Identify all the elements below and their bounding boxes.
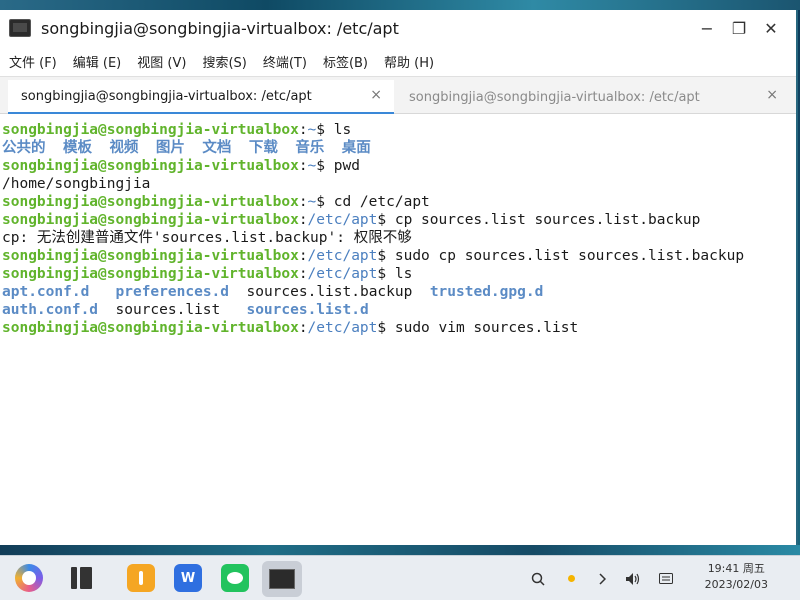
sun-icon[interactable]: [561, 556, 581, 600]
menu-tabs[interactable]: 标签(B): [323, 52, 368, 71]
wechat-icon[interactable]: [221, 564, 249, 592]
tab-close-icon[interactable]: ×: [766, 87, 778, 103]
menu-edit[interactable]: 编辑 (E): [73, 52, 122, 71]
output-line: 公共的 模板 视频 图片 文档 下载 音乐 桌面: [0, 139, 796, 157]
file-entry: sources.list: [115, 302, 221, 318]
menu-help[interactable]: 帮助 (H): [384, 52, 434, 71]
tab-close-icon[interactable]: ×: [370, 87, 382, 103]
taskbar: W 19:41 周五 2023/02/03: [0, 555, 800, 600]
close-button[interactable]: ✕: [756, 13, 786, 43]
file-manager-icon[interactable]: [127, 564, 155, 592]
terminal-icon[interactable]: [262, 561, 302, 597]
tab-inactive[interactable]: songbingjia@songbingjia-virtualbox: /etc…: [396, 80, 790, 114]
prompt-line: songbingjia@songbingjia-virtualbox:/etc/…: [2, 248, 745, 264]
window-controls: − ❐ ✕: [690, 10, 786, 46]
terminal-app-icon: [9, 19, 31, 37]
search-icon[interactable]: [528, 556, 548, 600]
error-line: cp: 无法创建普通文件'sources.list.backup': 权限不够: [2, 230, 412, 246]
tab-bar: songbingjia@songbingjia-virtualbox: /etc…: [0, 76, 796, 114]
prompt-line: songbingjia@songbingjia-virtualbox:~$ cd…: [2, 194, 430, 210]
minimize-button[interactable]: −: [692, 13, 722, 43]
dir-entry: auth.conf.d: [2, 302, 99, 318]
wps-office-icon[interactable]: W: [174, 564, 202, 592]
ls-row: auth.conf.d sources.list sources.list.d: [0, 301, 796, 319]
dir-entry: 文档: [202, 140, 232, 156]
prompt-line: songbingjia@songbingjia-virtualbox:/etc/…: [2, 266, 413, 282]
title-bar[interactable]: songbingjia@songbingjia-virtualbox: /etc…: [0, 10, 796, 46]
menu-terminal[interactable]: 终端(T): [263, 52, 307, 71]
menu-view[interactable]: 视图 (V): [137, 52, 186, 71]
dir-entry: preferences.d: [115, 284, 230, 300]
file-entry: sources.list.backup: [246, 284, 413, 300]
prompt-line: songbingjia@songbingjia-virtualbox:~$ pw…: [2, 158, 360, 174]
tab-label: songbingjia@songbingjia-virtualbox: /etc…: [409, 89, 700, 105]
clock[interactable]: 19:41 周五 2023/02/03: [705, 561, 768, 593]
maximize-button[interactable]: ❐: [724, 13, 754, 43]
keyboard-icon[interactable]: [656, 556, 676, 600]
menu-bar: 文件 (F) 编辑 (E) 视图 (V) 搜索(S) 终端(T) 标签(B) 帮…: [0, 46, 796, 76]
ls-row: apt.conf.d preferences.d sources.list.ba…: [0, 283, 796, 301]
dir-entry: 图片: [155, 140, 185, 156]
dir-entry: sources.list.d: [246, 302, 369, 318]
dir-entry: trusted.gpg.d: [429, 284, 544, 300]
volume-icon[interactable]: [623, 556, 643, 600]
start-menu-icon[interactable]: [15, 564, 43, 592]
dir-entry: 下载: [248, 140, 278, 156]
terminal-window: songbingjia@songbingjia-virtualbox: /etc…: [0, 10, 798, 545]
dir-entry: 桌面: [341, 140, 371, 156]
tab-active[interactable]: songbingjia@songbingjia-virtualbox: /etc…: [8, 80, 394, 114]
wallpaper-bottom: [0, 545, 800, 555]
clock-date: 2023/02/03: [704, 578, 768, 591]
multitask-view-icon[interactable]: [67, 564, 95, 592]
dir-entry: apt.conf.d: [2, 284, 90, 300]
prompt-line: songbingjia@songbingjia-virtualbox:~$ ls: [2, 122, 352, 138]
menu-file[interactable]: 文件 (F): [9, 52, 57, 71]
window-title: songbingjia@songbingjia-virtualbox: /etc…: [41, 18, 399, 38]
menu-search[interactable]: 搜索(S): [202, 52, 246, 71]
dir-entry: 视频: [109, 140, 139, 156]
prompt-line: songbingjia@songbingjia-virtualbox:/etc/…: [2, 320, 579, 336]
terminal-output[interactable]: songbingjia@songbingjia-virtualbox:~$ ls…: [0, 114, 796, 545]
wallpaper-top: [0, 0, 800, 10]
tab-label: songbingjia@songbingjia-virtualbox: /etc…: [21, 88, 312, 104]
dir-entry: 模板: [62, 140, 92, 156]
output-line: /home/songbingjia: [2, 176, 151, 192]
clock-time: 19:41 周五: [707, 562, 765, 575]
dir-entry: 音乐: [295, 140, 325, 156]
prompt-line: songbingjia@songbingjia-virtualbox:/etc/…: [2, 212, 701, 228]
chevron-right-icon[interactable]: [592, 556, 612, 600]
dir-entry: 公共的: [2, 140, 46, 156]
